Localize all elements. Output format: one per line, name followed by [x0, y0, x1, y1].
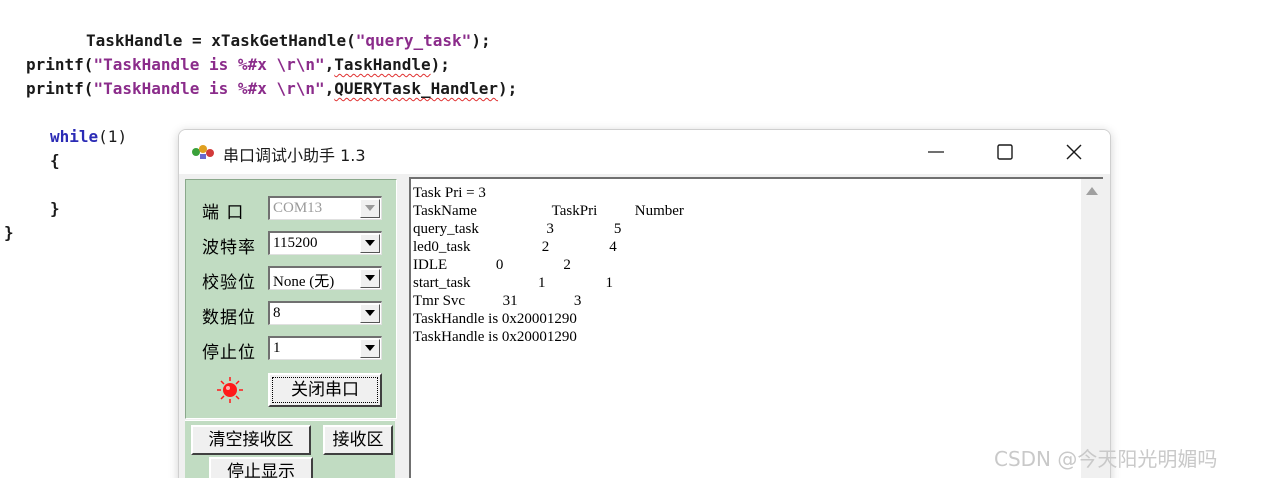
code-brace-close-outer: } — [4, 223, 14, 242]
led-core — [223, 383, 237, 397]
databits-dropdown-button[interactable] — [360, 304, 380, 323]
port-dropdown-button[interactable] — [360, 199, 380, 218]
port-label: 端 口 — [202, 203, 245, 223]
parity-select[interactable]: None (无) — [268, 266, 382, 290]
baud-dropdown-button[interactable] — [360, 234, 380, 253]
baud-value: 115200 — [273, 235, 318, 251]
code-line-1: TaskHandle = xTaskGetHandle("query_task"… — [86, 31, 491, 50]
receive-line: IDLE 0 2 — [413, 257, 571, 273]
settings-panel: 端 口 COM13 波特率 115200 校验位 None (无) 数据位 8 … — [185, 179, 397, 419]
stop-display-button[interactable]: 停止显示 — [209, 457, 313, 478]
maximize-icon — [997, 144, 1013, 160]
databits-select[interactable]: 8 — [268, 301, 382, 325]
receive-line: led0_task 2 4 — [413, 239, 617, 255]
receive-text-area[interactable]: Task Pri = 3 TaskName TaskPri Number que… — [409, 177, 1103, 478]
chevron-down-icon — [365, 310, 375, 316]
receive-line: start_task 1 1 — [413, 275, 613, 291]
receive-scrollbar[interactable] — [1081, 179, 1103, 478]
parity-label: 校验位 — [202, 273, 256, 293]
baud-label: 波特率 — [202, 238, 256, 258]
port-status-led-icon — [217, 377, 243, 403]
receive-line: query_task 3 5 — [413, 221, 622, 237]
receive-area-button[interactable]: 接收区 — [323, 425, 393, 455]
code-line-while: while(1) — [50, 127, 128, 146]
stopbits-dropdown-button[interactable] — [360, 339, 380, 358]
minimize-icon — [928, 151, 944, 153]
close-icon — [1066, 144, 1082, 160]
parity-value: None (无) — [273, 274, 335, 290]
stopbits-value: 1 — [273, 340, 281, 356]
receive-line: Tmr Svc 31 3 — [413, 293, 582, 309]
receive-line: TaskHandle is 0x20001290 — [413, 311, 577, 327]
chevron-down-icon — [365, 345, 375, 351]
code-line-2: printf("TaskHandle is %#x \r\n",TaskHand… — [26, 55, 450, 74]
minimize-button[interactable] — [901, 130, 971, 174]
receive-line: Task Pri = 3 — [413, 185, 486, 201]
stopbits-select[interactable]: 1 — [268, 336, 382, 360]
clear-receive-button[interactable]: 清空接收区 — [191, 425, 311, 455]
stopbits-label: 停止位 — [202, 343, 256, 363]
receive-line: TaskHandle is 0x20001290 — [413, 329, 577, 345]
close-button[interactable] — [1039, 130, 1109, 174]
window-client: 端 口 COM13 波特率 115200 校验位 None (无) 数据位 8 … — [179, 174, 1110, 478]
serial-assistant-window[interactable]: 串口调试小助手 1.3 端 口 COM13 波特率 115200 校验位 Non… — [178, 129, 1111, 478]
baud-select[interactable]: 115200 — [268, 231, 382, 255]
window-title: 串口调试小助手 1.3 — [223, 146, 366, 165]
close-port-button[interactable]: 关闭串口 — [268, 373, 382, 407]
chevron-down-icon — [365, 240, 375, 246]
chevron-down-icon — [365, 205, 375, 211]
watermark: CSDN @今天阳光明媚吗 — [994, 447, 1218, 471]
code-brace-open: { — [50, 151, 60, 170]
scroll-up-arrow-icon[interactable] — [1086, 187, 1098, 195]
port-select[interactable]: COM13 — [268, 196, 382, 220]
receive-line: TaskName TaskPri Number — [413, 203, 684, 219]
app-logo-icon — [192, 145, 214, 159]
title-bar[interactable]: 串口调试小助手 1.3 — [179, 130, 1110, 174]
chevron-down-icon — [365, 275, 375, 281]
code-brace-close: } — [50, 199, 60, 218]
receive-controls-panel: 清空接收区 接收区 停止显示 — [185, 420, 395, 478]
databits-label: 数据位 — [202, 308, 256, 328]
parity-dropdown-button[interactable] — [360, 269, 380, 288]
code-line-3: printf("TaskHandle is %#x \r\n",QUERYTas… — [26, 79, 518, 98]
databits-value: 8 — [273, 305, 281, 321]
port-value: COM13 — [273, 200, 323, 216]
maximize-button[interactable] — [970, 130, 1040, 174]
